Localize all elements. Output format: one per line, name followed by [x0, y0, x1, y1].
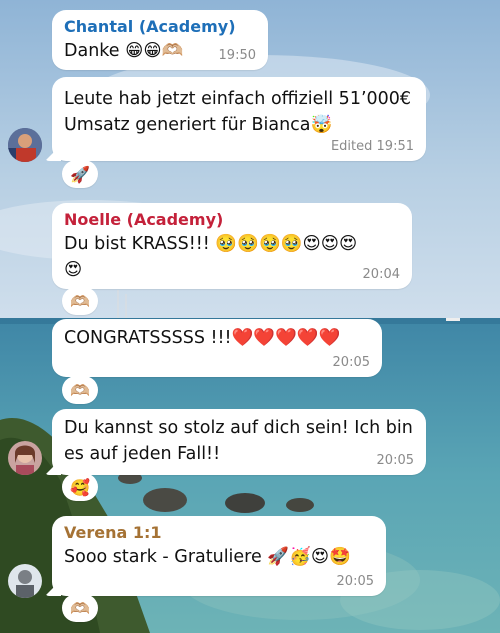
message-bubble[interactable]: Noelle (Academy) Du bist KRASS!!! 🥹🥹🥹🥹😍😍…	[52, 203, 412, 289]
reaction-pill[interactable]: 🫶🏼	[62, 594, 98, 622]
message-bubble[interactable]: Du kannst so stolz auf dich sein! Ich bi…	[52, 409, 426, 475]
message-text-line: Umsatz generiert für Bianca🤯	[64, 115, 333, 135]
message-text: Sooo stark - Gratuliere 🚀🥳😍🤩	[64, 547, 351, 567]
reaction-pill[interactable]: 🫶🏼	[62, 287, 98, 315]
message-bubble[interactable]: Verena 1:1 Sooo stark - Gratuliere 🚀🥳😍🤩 …	[52, 516, 386, 596]
message-time: 20:05	[376, 453, 414, 468]
sender-name: Verena 1:1	[64, 523, 162, 542]
message-text-line: 😍	[64, 260, 83, 280]
avatar-image	[8, 128, 42, 162]
message-bubble[interactable]: CONGRATSSSSS !!!❤️❤️❤️❤️❤️ 20:05	[52, 319, 382, 377]
message-text-line: Leute hab jetzt einfach offiziell 51’000…	[64, 89, 412, 109]
message-time: 20:05	[336, 574, 374, 589]
message-bubble[interactable]: Leute hab jetzt einfach offiziell 51’000…	[52, 77, 426, 161]
message-time: 19:50	[218, 48, 256, 63]
message-text: CONGRATSSSSS !!!❤️❤️❤️❤️❤️	[64, 328, 341, 348]
message-time: 20:05	[332, 355, 370, 370]
avatar[interactable]	[8, 441, 42, 475]
sender-name: Noelle (Academy)	[64, 210, 224, 229]
message-text-line: es auf jeden Fall!!	[64, 444, 221, 464]
reaction-pill[interactable]: 🫶🏼	[62, 376, 98, 404]
avatar-image	[8, 564, 42, 598]
reaction-pill[interactable]: 🚀	[62, 160, 98, 188]
avatar-image	[8, 441, 42, 475]
avatar[interactable]	[8, 564, 42, 598]
edited-time-label: Edited 19:51	[330, 139, 414, 154]
message-time: 20:04	[362, 267, 400, 282]
message-bubble[interactable]: Chantal (Academy) Danke 😁😁🫶🏼 19:50	[52, 10, 268, 70]
message-text-line: Du kannst so stolz auf dich sein! Ich bi…	[64, 418, 413, 438]
avatar[interactable]	[8, 128, 42, 162]
reaction-pill[interactable]: 🥰	[62, 473, 98, 501]
message-text-line: Du bist KRASS!!! 🥹🥹🥹🥹😍😍😍	[64, 234, 358, 254]
sender-name: Chantal (Academy)	[64, 17, 236, 36]
message-text: Danke 😁😁🫶🏼	[64, 41, 184, 61]
